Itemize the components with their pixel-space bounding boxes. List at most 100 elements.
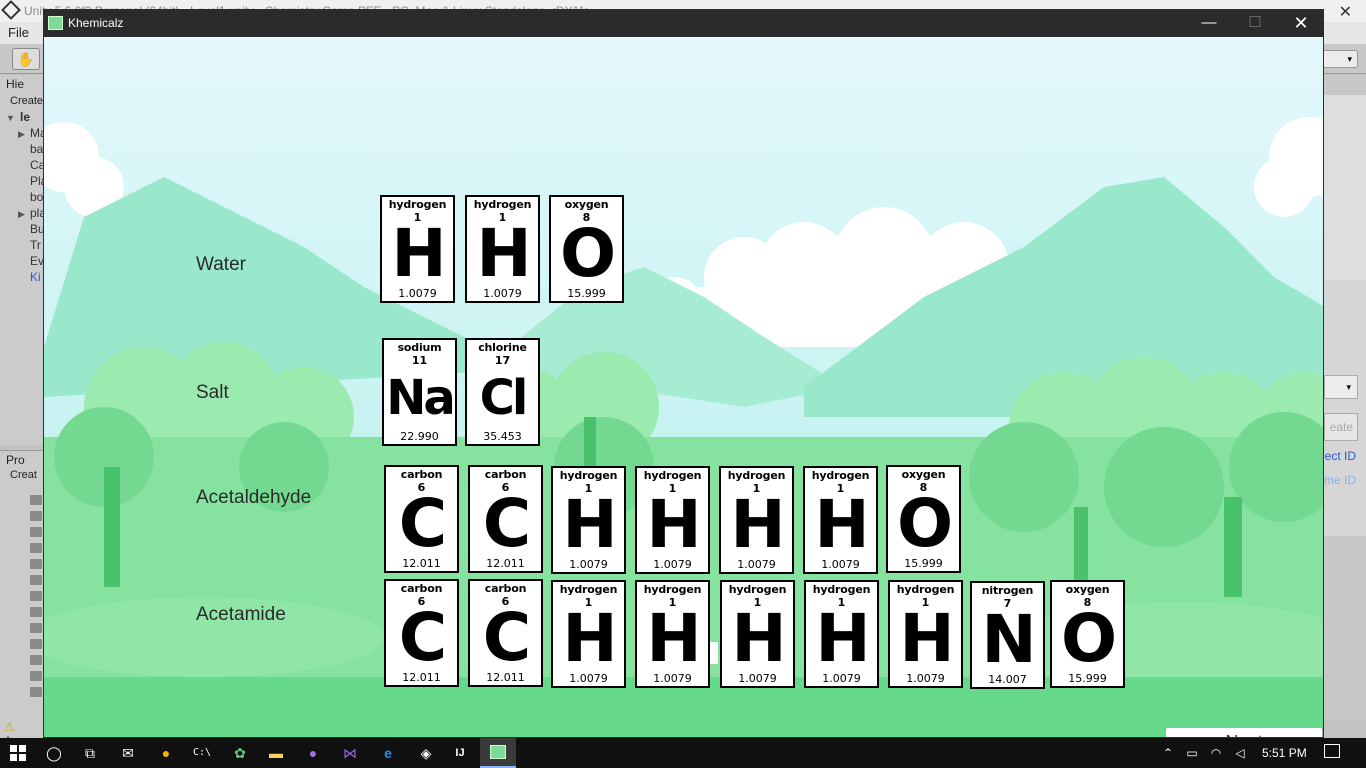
element-name: oxygen xyxy=(564,198,609,211)
element-symbol: H xyxy=(562,486,617,563)
file-explorer-icon[interactable]: ▬ xyxy=(266,743,286,763)
inspector-link[interactable]: me ID xyxy=(1324,473,1356,487)
hierarchy-panel: Hie Create ▼ le ▶ Ma ba Ca Pla bo ▶ pla … xyxy=(0,75,47,445)
element-tile[interactable]: carbon 6 C 12.011 xyxy=(384,579,459,687)
element-tile[interactable]: hydrogen 1 H 1.0079 xyxy=(719,466,794,574)
element-tile[interactable]: hydrogen 1 H 1.0079 xyxy=(380,195,455,303)
intellij-icon[interactable]: IJ xyxy=(450,743,470,763)
hand-tool-icon[interactable]: ✋ xyxy=(12,48,40,70)
hierarchy-item[interactable]: ba xyxy=(30,142,43,156)
menu-file[interactable]: File xyxy=(8,25,29,40)
folder-icon[interactable] xyxy=(30,575,42,585)
element-tile[interactable]: carbon 6 C 12.011 xyxy=(468,465,543,573)
next-button[interactable]: Next xyxy=(1165,727,1323,737)
element-tile[interactable]: hydrogen 1 H 1.0079 xyxy=(551,466,626,574)
element-symbol: Na xyxy=(386,370,456,426)
khemicalz-taskbar-button[interactable] xyxy=(480,738,516,768)
app-icon[interactable]: ● xyxy=(303,743,323,763)
atomic-number: 17 xyxy=(494,354,511,367)
element-symbol: O xyxy=(1060,600,1117,677)
element-tile[interactable]: carbon 6 C 12.011 xyxy=(384,465,459,573)
inspector-create-button[interactable]: eate xyxy=(1324,413,1358,441)
clock[interactable]: 5:51 PM xyxy=(1262,746,1307,760)
inspector-link[interactable]: ect ID xyxy=(1325,449,1356,463)
edge-icon[interactable]: e xyxy=(378,743,398,763)
chrome-icon[interactable]: ● xyxy=(156,743,176,763)
element-tile[interactable]: hydrogen 1 H 1.0079 xyxy=(635,580,710,688)
element-tile[interactable]: carbon 6 C 12.011 xyxy=(468,579,543,687)
folder-icon[interactable] xyxy=(30,623,42,633)
element-symbol: H xyxy=(391,215,446,292)
windows-start-icon[interactable] xyxy=(8,743,28,763)
folder-icon[interactable] xyxy=(30,511,42,521)
folder-icon[interactable] xyxy=(30,495,42,505)
task-view-icon[interactable]: ⧉ xyxy=(80,743,100,763)
element-tile[interactable]: chlorine 17 Cl 35.453 xyxy=(465,338,540,446)
hierarchy-item[interactable]: le xyxy=(20,110,30,124)
element-tile[interactable]: sodium 11 Na 22.990 xyxy=(382,338,457,446)
hierarchy-item[interactable]: bo xyxy=(30,190,43,204)
cmd-icon[interactable]: C:\ xyxy=(192,743,212,763)
wifi-icon[interactable]: ◠ xyxy=(1206,743,1226,763)
maximize-button[interactable]: ☐ xyxy=(1232,13,1278,35)
hierarchy-tab[interactable]: Hie xyxy=(6,77,24,91)
folder-icon[interactable] xyxy=(30,687,42,697)
project-tab[interactable]: Pro xyxy=(6,453,25,467)
hierarchy-create-button[interactable]: Create xyxy=(10,95,43,107)
element-name: hydrogen xyxy=(728,583,787,596)
atomic-mass: 1.0079 xyxy=(569,672,608,685)
battery-icon[interactable]: ▭ xyxy=(1182,743,1202,763)
folder-icon[interactable] xyxy=(30,591,42,601)
element-tile[interactable]: oxygen 8 O 15.999 xyxy=(549,195,624,303)
element-symbol: H xyxy=(731,600,786,677)
folder-icon[interactable] xyxy=(30,655,42,665)
unity-icon[interactable]: ◈ xyxy=(416,743,436,763)
khemicalz-icon xyxy=(490,745,506,759)
project-create-button[interactable]: Creat xyxy=(10,469,37,481)
mail-icon[interactable]: ✉ xyxy=(118,743,138,763)
folder-icon[interactable] xyxy=(30,543,42,553)
folder-icon[interactable] xyxy=(30,607,42,617)
element-tile[interactable]: hydrogen 1 H 1.0079 xyxy=(803,466,878,574)
notification-icon[interactable] xyxy=(1324,744,1340,758)
atomic-mass: 1.0079 xyxy=(653,672,692,685)
element-tile[interactable]: hydrogen 1 H 1.0079 xyxy=(635,466,710,574)
element-tile[interactable]: hydrogen 1 H 1.0079 xyxy=(551,580,626,688)
folder-icon[interactable] xyxy=(30,559,42,569)
folder-icon[interactable] xyxy=(30,671,42,681)
folder-icon[interactable] xyxy=(30,639,42,649)
chevron-up-icon[interactable]: ⌃ xyxy=(1158,743,1178,763)
element-tile[interactable]: hydrogen 1 H 1.0079 xyxy=(465,195,540,303)
hierarchy-item[interactable]: Ev xyxy=(30,254,44,268)
hierarchy-item[interactable]: Tr xyxy=(30,238,41,252)
element-tile[interactable]: hydrogen 1 H 1.0079 xyxy=(720,580,795,688)
close-button[interactable]: ✕ xyxy=(1278,13,1323,35)
unity-close-icon[interactable]: ✕ xyxy=(1339,2,1352,22)
element-name: hydrogen xyxy=(812,583,871,596)
element-tile[interactable]: oxygen 8 O 15.999 xyxy=(886,465,961,573)
inspector-dropdown[interactable]: ▾ xyxy=(1324,375,1358,399)
visual-studio-icon[interactable]: ⋈ xyxy=(340,743,360,763)
app-icon[interactable]: ✿ xyxy=(230,743,250,763)
folder-icon[interactable] xyxy=(30,527,42,537)
element-name: sodium xyxy=(397,341,442,354)
element-tile[interactable]: nitrogen 7 N 14.007 xyxy=(970,581,1045,689)
hierarchy-item[interactable]: Ki xyxy=(30,270,41,284)
minimize-button[interactable]: — xyxy=(1186,13,1232,35)
atomic-mass: 1.0079 xyxy=(653,558,692,571)
element-tile[interactable]: hydrogen 1 H 1.0079 xyxy=(888,580,963,688)
element-name: hydrogen xyxy=(643,583,702,596)
atomic-mass: 15.999 xyxy=(567,287,606,300)
volume-icon[interactable]: ◁ xyxy=(1230,743,1250,763)
element-symbol: N xyxy=(981,601,1036,678)
element-name: hydrogen xyxy=(811,469,870,482)
cortana-icon[interactable]: ◯ xyxy=(44,743,64,763)
element-tile[interactable]: hydrogen 1 H 1.0079 xyxy=(804,580,879,688)
element-tile[interactable]: oxygen 8 O 15.999 xyxy=(1050,580,1125,688)
unity-logo-icon xyxy=(1,0,21,20)
element-name: carbon xyxy=(400,468,443,481)
window-title: Khemicalz xyxy=(68,16,124,30)
app-icon xyxy=(48,16,63,30)
atomic-mass: 12.011 xyxy=(402,557,441,570)
game-window: Khemicalz — ☐ ✕ Water Salt Acetaldehyde … xyxy=(43,9,1324,738)
